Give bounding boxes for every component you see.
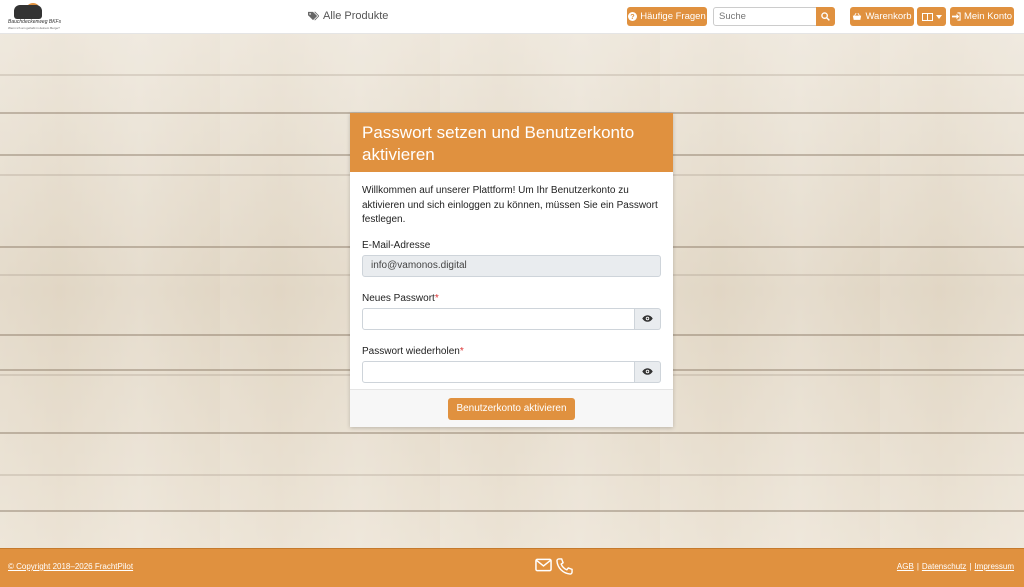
card-header: Passwort setzen und Benutzerkonto aktivi… <box>350 113 673 172</box>
privacy-link[interactable]: Datenschutz <box>922 562 966 571</box>
logo-subtext: Wenn ich am gehabt in deinem Berge? <box>8 26 60 30</box>
site-logo[interactable]: Bauchdeckenweg BKFs Wenn ich am gehabt i… <box>8 3 64 31</box>
contact-icons <box>535 558 573 575</box>
basket-icon <box>853 12 862 20</box>
email-label: E-Mail-Adresse <box>362 239 431 251</box>
separator: | <box>916 562 919 571</box>
tag-icon <box>308 11 319 21</box>
eye-icon <box>642 368 653 375</box>
eye-icon <box>642 315 653 322</box>
faq-button[interactable]: ? Häufige Fragen <box>627 7 707 26</box>
separator: | <box>969 562 972 571</box>
search-input[interactable] <box>713 7 817 26</box>
activate-account-button[interactable]: Benutzerkonto aktivieren <box>448 397 575 420</box>
search-icon <box>821 12 830 21</box>
envelope-icon[interactable] <box>535 558 552 572</box>
logo-car <box>14 5 42 19</box>
new-password-label-text: Neues Passwort <box>362 292 435 304</box>
legal-links: AGB | Datenschutz | Impressum <box>897 562 1014 571</box>
logo-text: Bauchdeckenweg BKFs <box>8 19 62 25</box>
question-circle-icon: ? <box>628 12 638 21</box>
search-button[interactable] <box>816 7 835 26</box>
chevron-down-icon <box>935 14 942 19</box>
account-button[interactable]: Mein Konto <box>950 7 1014 26</box>
card-title: Passwort setzen und Benutzerkonto aktivi… <box>362 123 635 164</box>
required-marker: * <box>434 292 439 304</box>
nav-products-label: Alle Produkte <box>323 10 389 22</box>
new-password-label: Neues Passwort* <box>362 293 661 304</box>
agb-link[interactable]: AGB <box>897 562 914 571</box>
faq-label: Häufige Fragen <box>640 11 706 22</box>
repeat-password-label-text: Passwort wiederholen <box>362 345 460 357</box>
imprint-link[interactable]: Impressum <box>974 562 1014 571</box>
top-navbar: Bauchdeckenweg BKFs Wenn ich am gehabt i… <box>0 0 1024 34</box>
toggle-new-password-visibility[interactable] <box>635 307 661 330</box>
account-label: Mein Konto <box>963 11 1013 22</box>
cart-label: Warenkorb <box>865 11 912 22</box>
language-dropdown[interactable] <box>917 7 946 26</box>
repeat-password-label: Passwort wiederholen* <box>362 346 661 357</box>
required-marker: * <box>459 345 464 357</box>
phone-icon[interactable] <box>556 558 573 575</box>
card-body: Willkommen auf unserer Plattform! Um Ihr… <box>350 172 673 383</box>
repeat-password-group <box>362 360 661 383</box>
wood-plank-seam <box>0 510 1024 512</box>
intro-text: Willkommen auf unserer Plattform! Um Ihr… <box>362 185 658 225</box>
email-field[interactable]: info@vamonos.digital <box>362 254 661 277</box>
sign-in-icon <box>951 12 961 21</box>
card-footer: Benutzerkonto aktivieren <box>350 389 673 427</box>
cart-button[interactable]: Warenkorb <box>850 7 914 26</box>
toggle-repeat-password-visibility[interactable] <box>635 360 661 383</box>
copyright-link[interactable]: © Copyright 2018–2026 FrachtPilot <box>8 562 133 571</box>
new-password-group <box>362 307 661 330</box>
repeat-password-input[interactable] <box>362 360 635 383</box>
flag-icon <box>921 12 933 21</box>
wood-plank-seam <box>0 432 1024 434</box>
activation-card: Passwort setzen und Benutzerkonto aktivi… <box>350 113 673 427</box>
new-password-input[interactable] <box>362 307 635 330</box>
page-footer: © Copyright 2018–2026 FrachtPilot AGB | … <box>0 548 1024 587</box>
svg-text:?: ? <box>631 12 635 21</box>
nav-all-products[interactable]: Alle Produkte <box>307 10 388 22</box>
